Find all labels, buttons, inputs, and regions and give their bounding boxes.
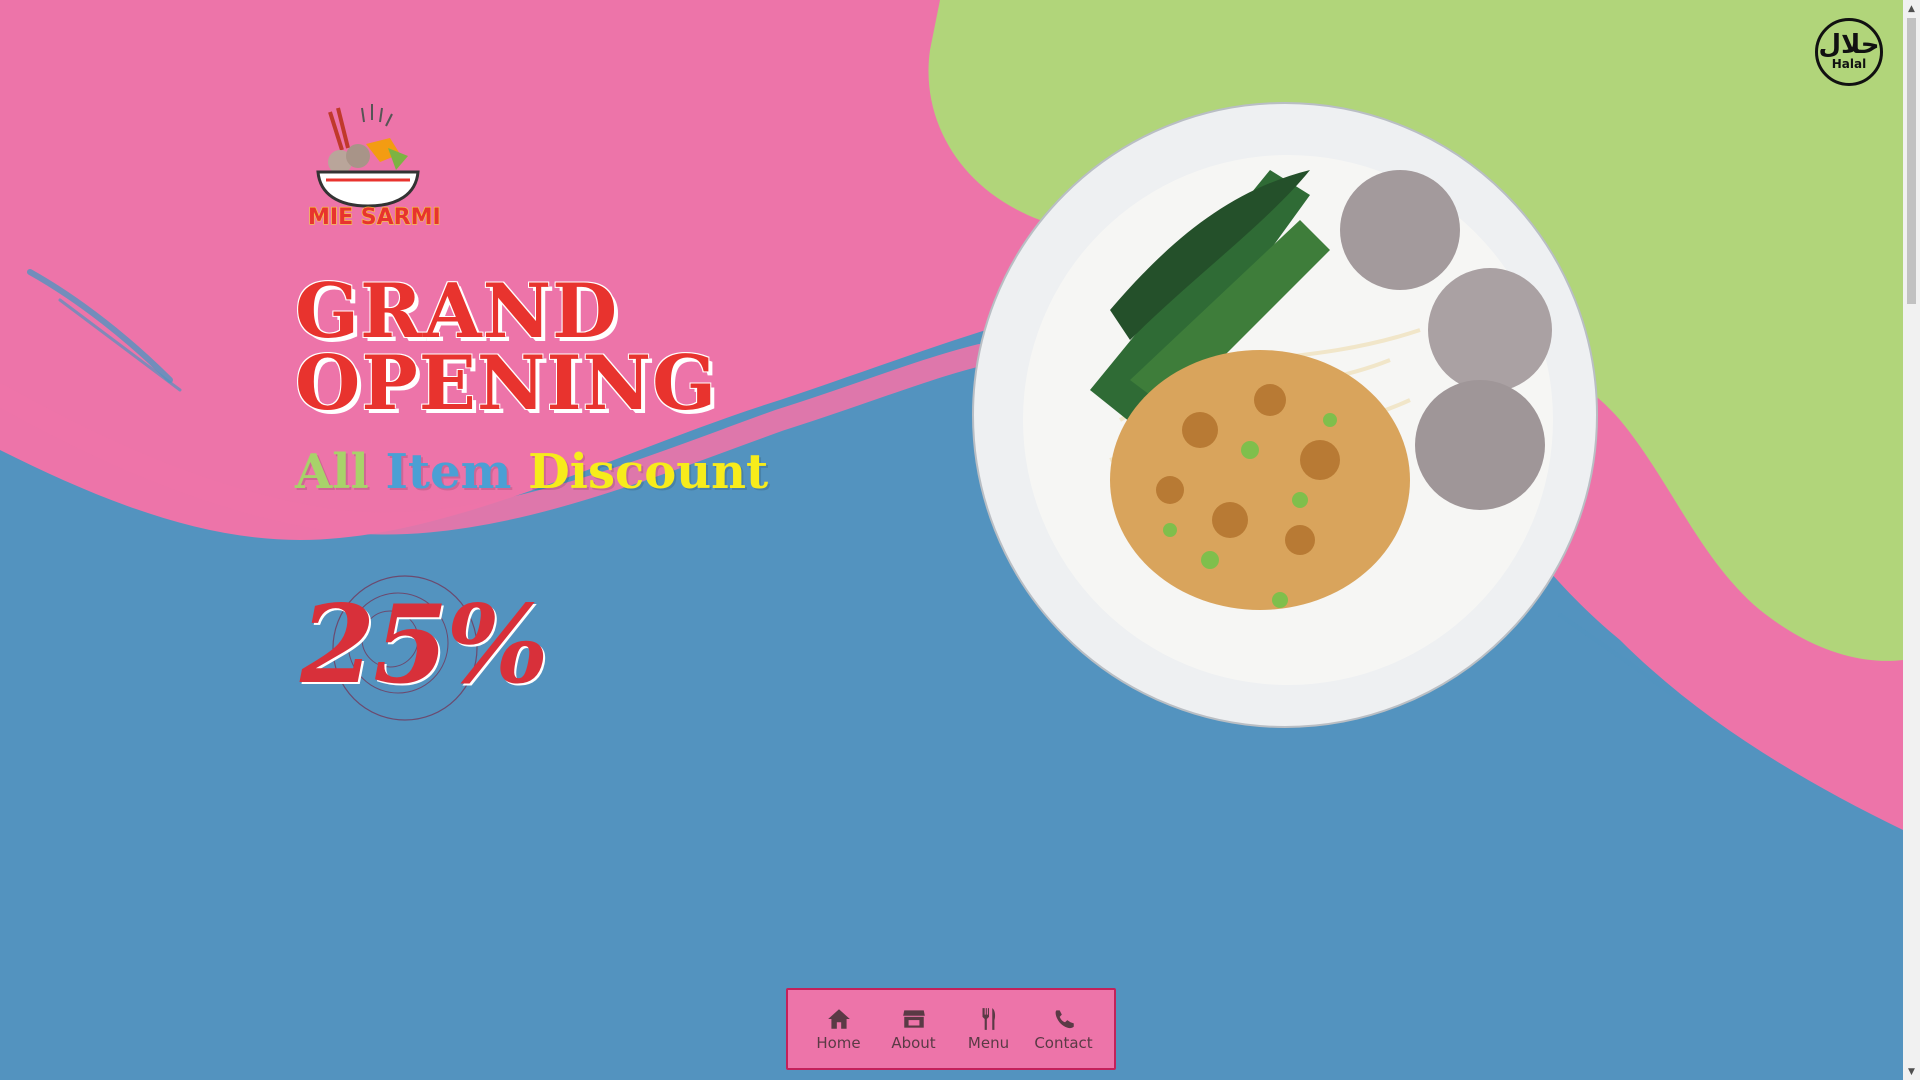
store-icon (902, 1010, 925, 1028)
noodle-bowl-logo-icon (316, 104, 420, 208)
tagline-discount: Discount (528, 444, 769, 500)
nav-home[interactable]: Home (801, 1006, 876, 1052)
scrollbar-thumb[interactable] (1907, 18, 1916, 304)
halal-arabic-text: حلال (1818, 30, 1880, 60)
vertical-scrollbar[interactable]: ▲ ▼ (1903, 0, 1920, 1080)
tagline: All Item Discount (295, 445, 768, 499)
nav-home-label: Home (816, 1034, 861, 1052)
bottom-navigation: Home About Menu Contact (786, 988, 1116, 1070)
scroll-up-arrow-icon[interactable]: ▲ (1903, 0, 1920, 17)
nav-contact[interactable]: Contact (1026, 1006, 1101, 1052)
tagline-all: All (295, 444, 369, 500)
nav-menu-label: Menu (967, 1034, 1010, 1052)
halal-badge: حلال Halal (1815, 18, 1883, 86)
nav-contact-label: Contact (1034, 1034, 1093, 1052)
nav-about-label: About (891, 1034, 936, 1052)
phone-icon (1055, 1010, 1074, 1029)
background-art (0, 0, 1920, 1080)
home-icon (827, 1009, 850, 1029)
nav-menu[interactable]: Menu (951, 1006, 1026, 1052)
meatball-noodle-bowl-image (972, 102, 1598, 728)
discount-percentage: 25% (300, 582, 549, 708)
headline-line2: OPENING (295, 339, 718, 427)
utensils-icon (982, 1008, 995, 1030)
scroll-down-arrow-icon[interactable]: ▼ (1903, 1063, 1920, 1080)
halal-label: Halal (1831, 57, 1867, 71)
grand-opening-headline: GRAND OPENING (295, 274, 717, 421)
tagline-item: Item (385, 444, 512, 500)
brand-logo: MIE SARMI (307, 104, 440, 230)
nav-about[interactable]: About (876, 1006, 951, 1052)
logo-text: MIE SARMI (308, 205, 440, 230)
